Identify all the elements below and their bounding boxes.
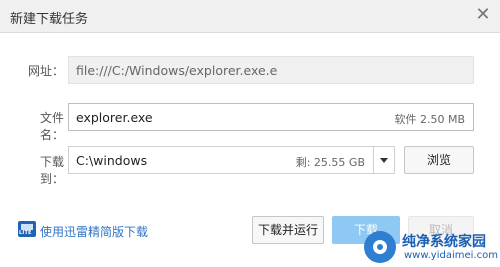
window-title: 新建下载任务 bbox=[10, 12, 89, 27]
download-and-run-button[interactable]: 下载并运行 bbox=[252, 216, 324, 244]
url-label: 网址： bbox=[27, 64, 64, 78]
watermark-url: www.yidaimei.com bbox=[404, 250, 498, 261]
file-type: 软件 bbox=[394, 113, 417, 126]
url-value: file:///C:/Windows/explorer.exe.e bbox=[76, 63, 278, 78]
watermark: 纯净系统家园 www.yidaimei.com bbox=[360, 227, 500, 267]
path-dropdown-button[interactable] bbox=[374, 146, 395, 174]
xunlei-lite-icon: LITE bbox=[18, 221, 36, 237]
filename-input[interactable]: explorer.exe 软件 2.50 MB bbox=[68, 103, 474, 131]
use-lite-link[interactable]: 使用迅雷精简版下载 bbox=[40, 223, 148, 240]
watermark-logo-icon bbox=[364, 231, 396, 263]
free-space: 剩: 25.55 GB bbox=[295, 156, 365, 169]
url-field: file:///C:/Windows/explorer.exe.e bbox=[68, 56, 474, 84]
download-path-value: C:\windows bbox=[76, 153, 148, 168]
file-info: 软件 2.50 MB bbox=[394, 111, 465, 127]
file-size: 2.50 MB bbox=[419, 113, 465, 126]
title-bar: 新建下载任务 ✕ bbox=[0, 0, 500, 33]
download-path-input[interactable]: C:\windows 剩: 25.55 GB bbox=[68, 146, 374, 174]
download-to-label: 下载到： bbox=[39, 155, 64, 186]
close-icon[interactable]: ✕ bbox=[474, 6, 492, 24]
filename-label: 文件名： bbox=[39, 111, 64, 142]
browse-button[interactable]: 浏览 bbox=[404, 146, 474, 174]
filename-value: explorer.exe bbox=[76, 110, 153, 125]
chevron-down-icon bbox=[380, 158, 388, 163]
watermark-brand: 纯净系统家园 bbox=[402, 234, 486, 250]
